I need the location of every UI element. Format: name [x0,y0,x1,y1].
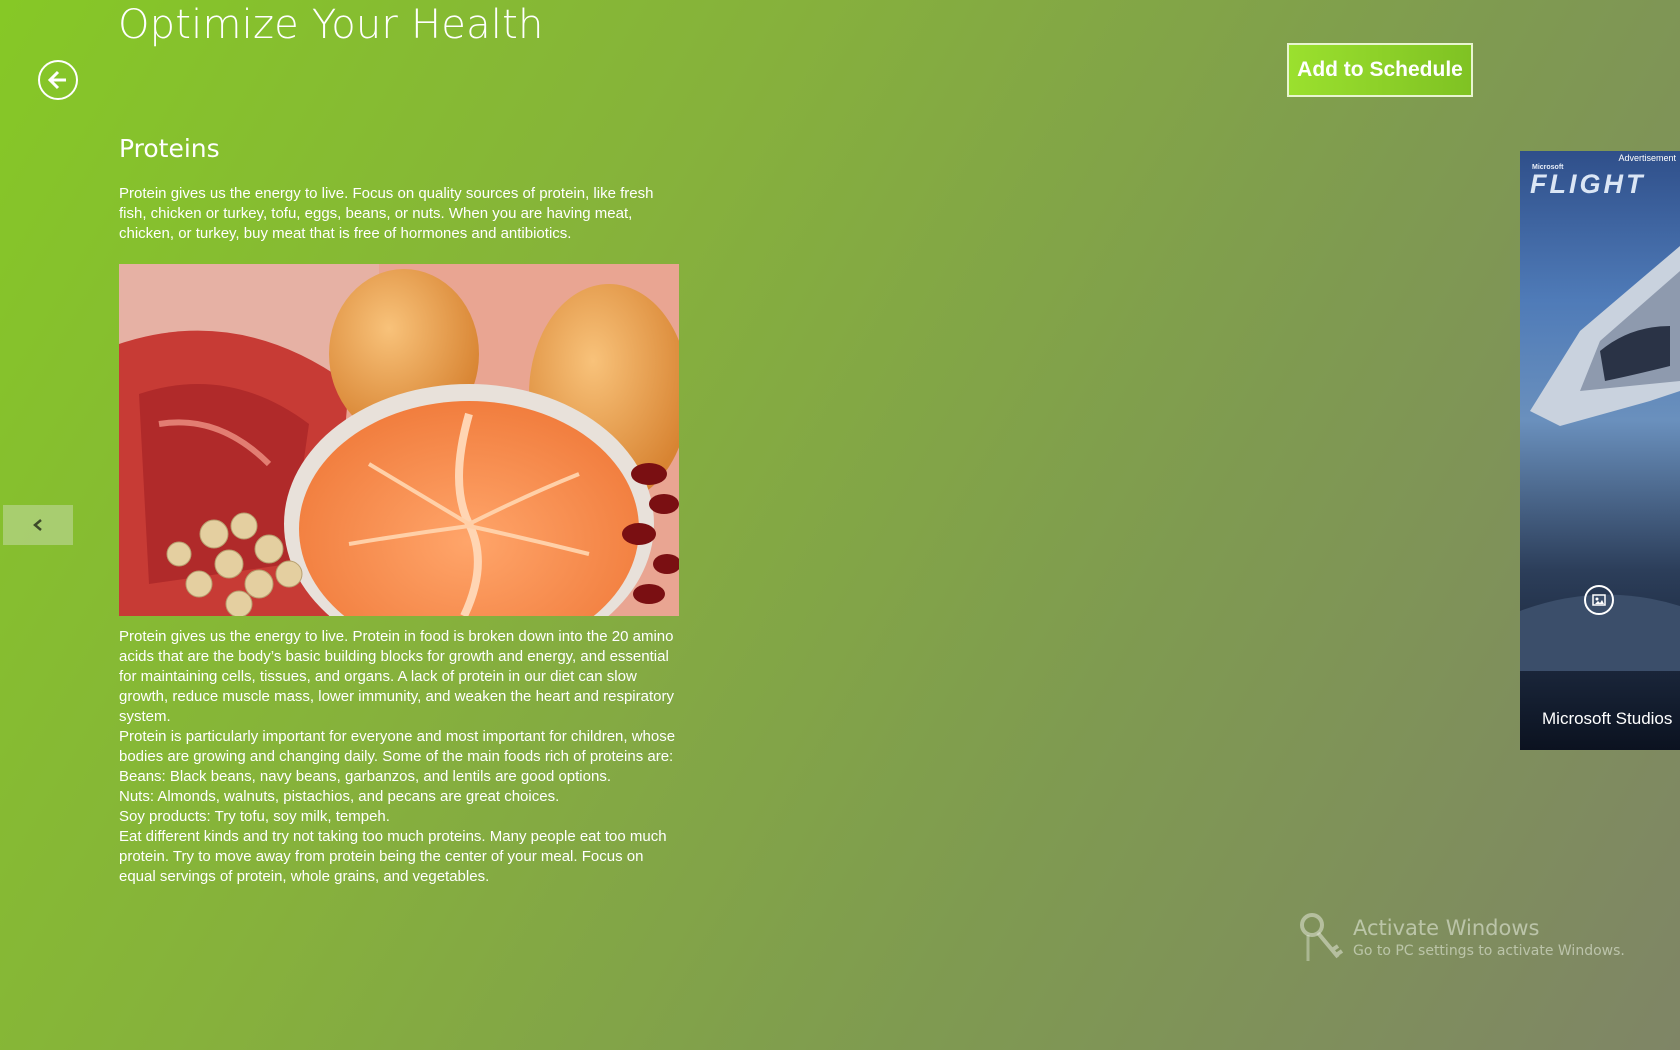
chevron-left-icon [33,519,42,531]
section-intro: Protein gives us the energy to live. Foc… [119,185,654,242]
body-paragraph: Eat different kinds and try not taking t… [119,828,667,885]
add-to-schedule-button[interactable]: Add to Schedule [1287,43,1473,97]
section-title: Proteins [119,134,220,163]
activate-windows-title: Activate Windows [1353,916,1540,940]
body-paragraph: Protein is particularly important for ev… [119,728,676,765]
page-title: Optimize Your Health [118,2,544,48]
activate-windows-watermark: Activate Windows Go to PC settings to ac… [1298,913,1628,973]
body-paragraph: Protein gives us the energy to live. Pro… [119,628,674,725]
ad-product-title: FLIGHT [1530,169,1646,199]
advertisement-banner[interactable]: Advertisement Microsoft FLIGHT Microsoft… [1520,151,1680,750]
previous-page-button[interactable] [3,505,73,545]
ad-studio-logo: Microsoft Studios [1542,709,1673,728]
ad-label: Advertisement [1618,153,1676,163]
back-arrow-icon [47,70,66,90]
body-paragraph: Beans: Black beans, navy beans, garbanzo… [119,768,611,785]
protein-foods-image [119,264,679,616]
body-paragraph: Nuts: Almonds, walnuts, pistachios, and … [119,788,560,805]
ad-artwork [1520,246,1680,671]
activate-windows-subtitle: Go to PC settings to activate Windows. [1353,943,1625,959]
section-body: Protein gives us the energy to live. Pro… [119,627,684,887]
ad-info-icon[interactable] [1584,585,1614,615]
key-icon [1300,913,1344,961]
body-paragraph: Soy products: Try tofu, soy milk, tempeh… [119,808,390,825]
back-button[interactable] [38,60,78,100]
